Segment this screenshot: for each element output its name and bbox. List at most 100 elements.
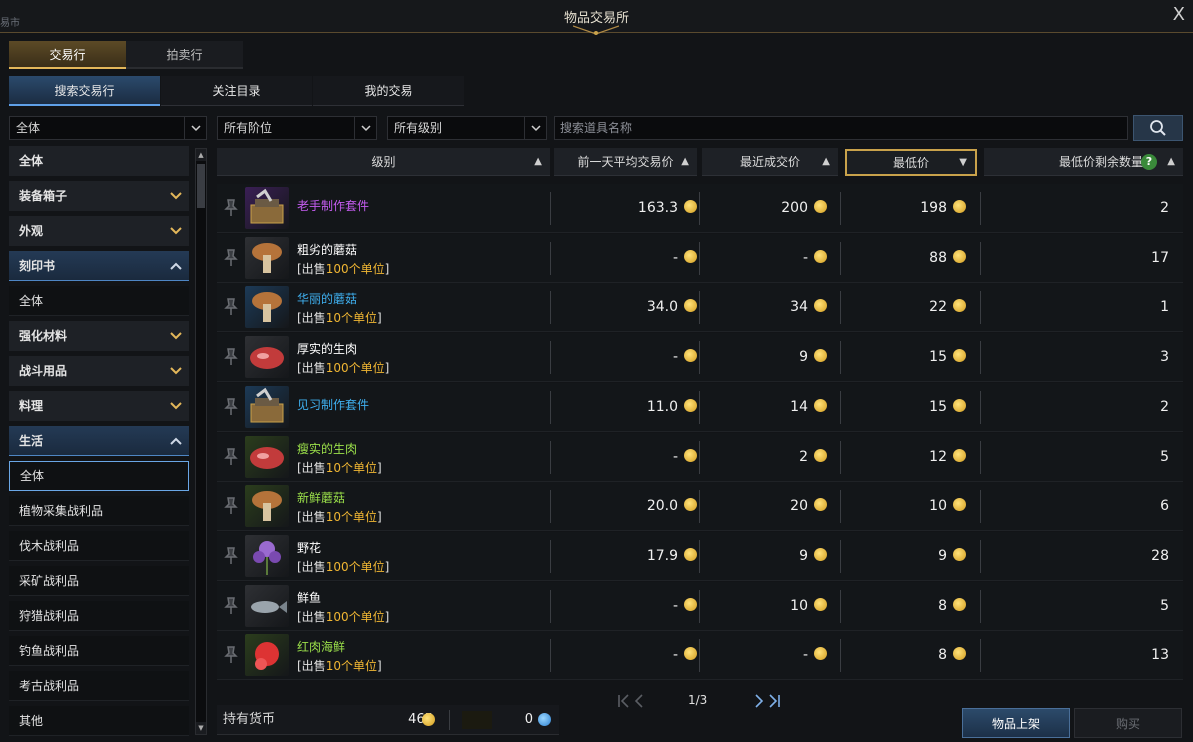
remaining-cell: 3 — [1160, 349, 1169, 366]
search-button[interactable] — [1133, 115, 1183, 141]
column-remaining-header[interactable]: 最低价剩余数量 ? ▲ — [984, 148, 1183, 176]
help-icon[interactable]: ? — [1141, 154, 1157, 170]
tab-watchlist[interactable]: 关注目录 — [161, 76, 312, 106]
table-row[interactable]: 新鲜蘑菇 [出售10个单位] 20.0 20 10 6 — [217, 482, 1183, 532]
scroll-up-icon[interactable]: ▲ — [196, 149, 206, 161]
close-icon[interactable]: X — [1173, 4, 1185, 25]
table-row[interactable]: 厚实的生肉 [出售100个单位] - 9 15 3 — [217, 333, 1183, 383]
unit-suffix: ] — [384, 261, 390, 276]
item-name: 见习制作套件 — [297, 397, 370, 412]
recent-cell: 2 — [699, 433, 827, 482]
unit-label: [出售100个单位] — [297, 558, 389, 575]
sidebar-item[interactable]: 植物采集战利品 — [9, 496, 189, 526]
table-row[interactable]: 野花 [出售100个单位] 17.9 9 9 28 — [217, 531, 1183, 581]
pin-icon[interactable] — [222, 496, 240, 516]
sidebar-item[interactable]: 其他 — [9, 706, 189, 736]
grade-select[interactable]: 所有级别 — [387, 116, 547, 140]
gold-coin-icon — [814, 647, 827, 661]
gold-coin-icon — [684, 597, 697, 611]
sidebar-item[interactable]: 生活 — [9, 426, 189, 456]
sidebar-item[interactable]: 伐木战利品 — [9, 531, 189, 561]
sidebar-item[interactable]: 强化材料 — [9, 321, 189, 351]
lowest-value: 9 — [938, 547, 947, 564]
gold-coin-icon — [814, 200, 827, 213]
pin-icon[interactable] — [222, 546, 240, 566]
gold-coin-icon — [953, 249, 966, 263]
tab-my-trades[interactable]: 我的交易 — [313, 76, 464, 106]
table-row[interactable]: 红肉海鲜 [出售10个单位] - - 8 13 — [217, 631, 1183, 681]
prev-avg-cell: - — [550, 433, 697, 482]
tab-exchange[interactable]: 交易行 — [9, 41, 126, 69]
sidebar-item[interactable]: 料理 — [9, 391, 189, 421]
item-name: 瘦实的生肉 — [297, 441, 358, 456]
list-item-button[interactable]: 物品上架 — [962, 708, 1070, 738]
sort-up-icon: ▲ — [534, 156, 542, 167]
tab-auction[interactable]: 拍卖行 — [126, 41, 243, 69]
seafood-icon — [245, 634, 289, 677]
toolbox-icon — [245, 187, 289, 229]
search-input[interactable]: 搜索道具名称 — [554, 116, 1128, 140]
pin-icon[interactable] — [222, 297, 240, 317]
gold-coin-icon — [814, 597, 827, 611]
table-row[interactable]: 老手制作套件 163.3 200 198 2 — [217, 184, 1183, 233]
sidebar-item[interactable]: 战斗用品 — [9, 356, 189, 386]
next-page-icon[interactable] — [754, 694, 764, 708]
scroll-down-icon[interactable]: ▼ — [196, 722, 206, 734]
table-row[interactable]: 瘦实的生肉 [出售10个单位] - 2 12 5 — [217, 432, 1183, 482]
tab-search-market[interactable]: 搜索交易行 — [9, 76, 160, 106]
sidebar-item[interactable]: 装备箱子 — [9, 181, 189, 211]
currency-divider — [449, 710, 450, 730]
tier-select[interactable]: 所有阶位 — [217, 116, 377, 140]
chevron-up-icon — [167, 251, 185, 281]
unit-qty: 100个单位 — [325, 361, 385, 376]
sidebar-item[interactable]: 钓鱼战利品 — [9, 636, 189, 666]
column-prev-avg-label: 前一天平均交易价 — [577, 155, 674, 169]
column-grade-header[interactable]: 级别 ▲ — [217, 148, 550, 176]
buy-button[interactable]: 购买 — [1074, 708, 1182, 738]
sidebar-item[interactable]: 刻印书 — [9, 251, 189, 281]
prev-avg-cell: - — [550, 631, 697, 680]
unit-qty: 10个单位 — [325, 311, 377, 326]
sidebar-item[interactable]: 采矿战利品 — [9, 566, 189, 596]
sidebar-item[interactable]: 全体 — [9, 286, 189, 316]
category-select[interactable]: 全体 — [9, 116, 207, 140]
scroll-thumb[interactable] — [197, 164, 205, 208]
pin-icon[interactable] — [222, 397, 240, 417]
item-name: 厚实的生肉 — [297, 342, 358, 357]
unit-qty: 100个单位 — [325, 559, 385, 574]
remaining-cell: 6 — [1160, 498, 1169, 515]
column-recent-header[interactable]: 最近成交价 ▲ — [702, 148, 838, 176]
pin-icon[interactable] — [222, 645, 240, 665]
sidebar-item-label: 植物采集战利品 — [19, 504, 104, 518]
recent-cell: - — [699, 234, 827, 283]
pin-icon[interactable] — [222, 347, 240, 367]
prev-avg-value: - — [672, 448, 678, 465]
sidebar-item[interactable]: 全体 — [9, 461, 189, 491]
sidebar-item[interactable]: 外观 — [9, 216, 189, 246]
first-page-icon[interactable] — [618, 694, 630, 708]
pin-icon[interactable] — [222, 248, 240, 268]
prev-avg-cell: 34.0 — [550, 283, 697, 332]
prev-page-icon[interactable] — [634, 694, 644, 708]
sidebar-item[interactable]: 考古战利品 — [9, 671, 189, 701]
pin-icon[interactable] — [222, 447, 240, 467]
table-row[interactable]: 华丽的蘑菇 [出售10个单位] 34.0 34 22 1 — [217, 283, 1183, 333]
table-row[interactable]: 鲜鱼 [出售100个单位] - 10 8 5 — [217, 581, 1183, 631]
sidebar-scrollbar[interactable]: ▲ ▼ — [195, 148, 207, 735]
sidebar-item[interactable]: 全体 — [9, 146, 189, 176]
lowest-cell: 15 — [840, 383, 966, 432]
pin-icon[interactable] — [222, 198, 240, 218]
pin-icon[interactable] — [222, 596, 240, 616]
table-row[interactable]: 见习制作套件 11.0 14 15 2 — [217, 382, 1183, 432]
remaining-cell: 1 — [1160, 299, 1169, 316]
column-lowest-header[interactable]: 最低价 ▼ — [845, 149, 977, 176]
recent-value: 2 — [799, 448, 808, 465]
lowest-cell: 8 — [840, 582, 966, 631]
table-row[interactable]: 粗劣的蘑菇 [出售100个单位] - - 88 17 — [217, 233, 1183, 283]
gold-coin-icon — [684, 547, 697, 561]
sidebar-item-label: 伐木战利品 — [19, 539, 80, 553]
last-page-icon[interactable] — [768, 694, 780, 708]
sidebar-item[interactable]: 狩猎战利品 — [9, 601, 189, 631]
flower-icon — [245, 534, 289, 577]
column-prev-avg-header[interactable]: 前一天平均交易价 ▲ — [554, 148, 697, 176]
